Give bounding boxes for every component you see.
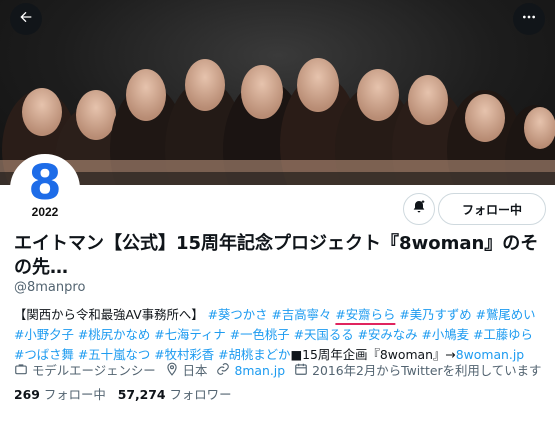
display-name: エイトマン【公式】15周年記念プロジェクト『8woman』のその先… (14, 233, 539, 278)
hashtag[interactable]: #天国るる (294, 327, 354, 342)
handle: @8manpro (14, 280, 86, 295)
location-pin-icon (165, 362, 183, 379)
avatar-number: 8 (28, 155, 62, 211)
notifications-button[interactable] (403, 193, 435, 225)
hashtag[interactable]: #安齋らら (335, 307, 395, 322)
hashtag[interactable]: #吉高寧々 (272, 307, 332, 322)
location-label: 日本 (182, 363, 208, 378)
hashtag[interactable]: #七海ティナ (154, 327, 226, 342)
hashtag[interactable]: #五十嵐なつ (78, 347, 150, 362)
hashtag[interactable]: #桃尻かなめ (78, 327, 150, 342)
hashtag[interactable]: #葵つかさ (208, 307, 268, 322)
bio: 【関西から令和最強AV事務所へ】 #葵つかさ #吉高寧々 #安齋らら #美乃すず… (14, 305, 544, 365)
category: モデルエージェンシー (14, 361, 156, 379)
bio-intro: 【関西から令和最強AV事務所へ】 (14, 307, 204, 322)
back-button[interactable] (10, 3, 42, 35)
bell-plus-icon (411, 199, 427, 219)
more-button[interactable] (513, 3, 545, 35)
hashtag[interactable]: #一色桃子 (230, 327, 290, 342)
follow-stats: 269 フォロー中 57,274 フォロワー (14, 385, 239, 403)
website[interactable]: 8man.jp (216, 362, 285, 379)
profile-banner[interactable] (0, 0, 555, 185)
link-icon (216, 362, 234, 379)
category-label: モデルエージェンシー (32, 363, 156, 378)
joined-date: 2016年2月からTwitterを利用しています (294, 361, 541, 379)
avatar[interactable]: 8 2022 (10, 154, 80, 224)
joined-label: 2016年2月からTwitterを利用しています (312, 363, 542, 378)
briefcase-icon (14, 362, 32, 379)
hashtag[interactable]: #つばさ舞 (14, 347, 74, 362)
bio-link[interactable]: 8woman.jp (456, 347, 524, 362)
hashtag[interactable]: #工藤ゆら (473, 327, 533, 342)
hashtag[interactable]: #小鳩麦 (421, 327, 469, 342)
location: 日本 (165, 361, 208, 379)
following-label: フォロー中 (43, 387, 106, 402)
calendar-icon (294, 362, 312, 379)
followers-count: 57,274 (117, 387, 166, 402)
following-stat[interactable]: 269 フォロー中 (14, 387, 106, 402)
following-button[interactable]: フォロー中 (438, 193, 546, 225)
arrow-left-icon (18, 9, 34, 29)
followers-label: フォロワー (169, 387, 232, 402)
profile-meta: モデルエージェンシー 日本 8man.jp 2016年2月からTwitterを利… (14, 361, 554, 379)
hashtag[interactable]: #美乃すずめ (399, 307, 471, 322)
more-horizontal-icon (521, 9, 537, 29)
hashtag[interactable]: #牧村彩香 (154, 347, 214, 362)
hashtag[interactable]: #安みなみ (358, 327, 418, 342)
website-link[interactable]: 8man.jp (234, 363, 285, 378)
hashtag[interactable]: #胡桃まどか (218, 347, 290, 362)
banner-photo (0, 58, 555, 185)
bio-outro: ■15周年企画『8woman』→ (290, 347, 456, 362)
hashtag[interactable]: #鷲尾めい (476, 307, 536, 322)
following-count: 269 (14, 387, 40, 402)
hashtag[interactable]: #小野夕子 (14, 327, 74, 342)
followers-stat[interactable]: 57,274 フォロワー (118, 387, 232, 402)
avatar-year: 2022 (31, 205, 59, 219)
